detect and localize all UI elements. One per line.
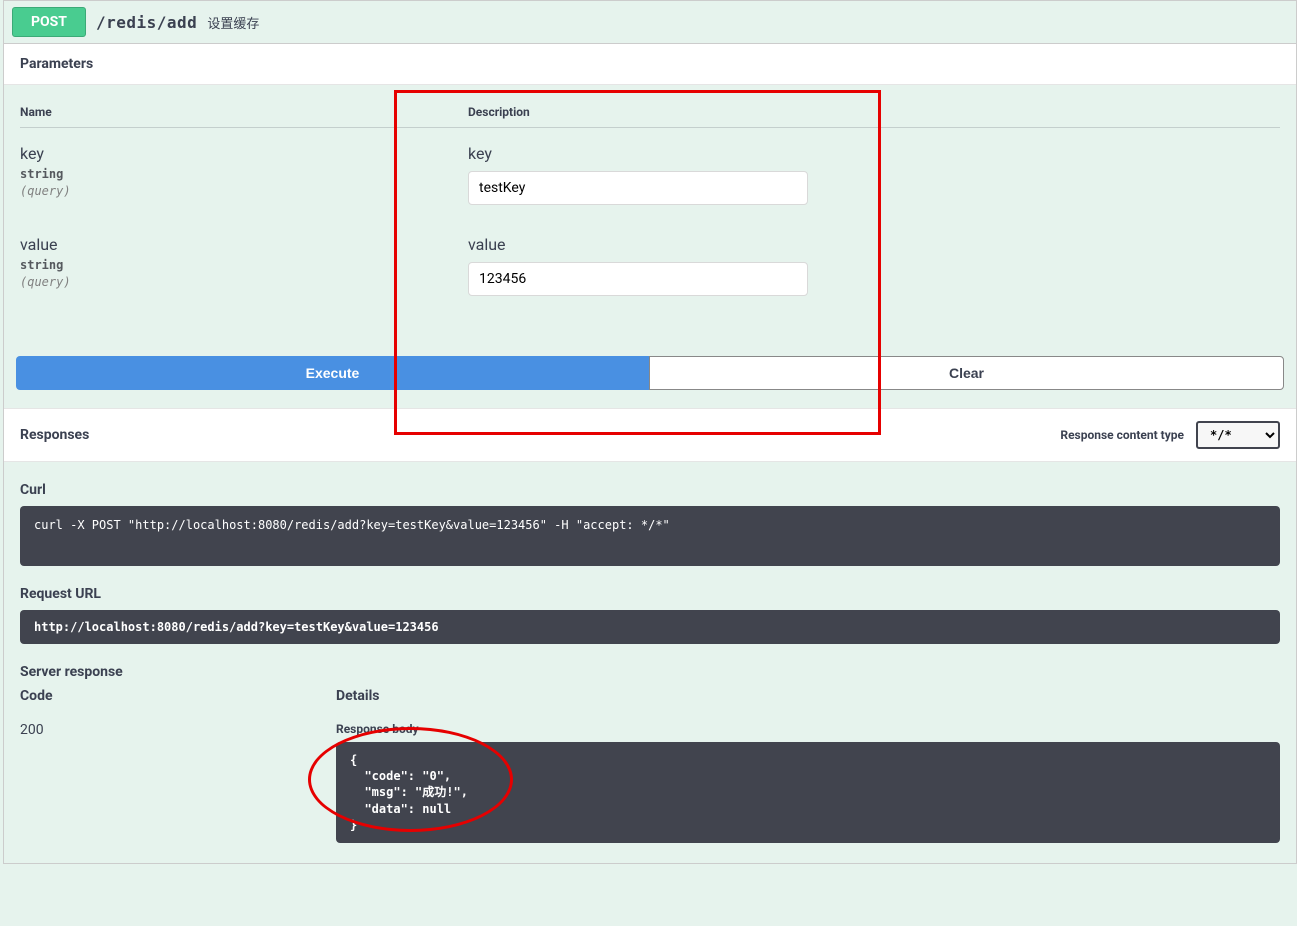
param-input-cell: value bbox=[468, 235, 1280, 296]
response-row: 200 Response body { "code": "0", "msg": … bbox=[20, 722, 1280, 843]
param-label: key bbox=[468, 144, 1280, 163]
param-meta: key string (query) bbox=[20, 144, 468, 205]
request-url-title: Request URL bbox=[20, 586, 1280, 602]
param-input-cell: key bbox=[468, 144, 1280, 205]
response-code: 200 bbox=[20, 722, 336, 843]
content-type-row: Response content type */* bbox=[1060, 421, 1280, 449]
parameters-body: Name Description key string (query) key … bbox=[4, 85, 1296, 356]
name-column-header: Name bbox=[20, 105, 468, 119]
key-input[interactable] bbox=[468, 171, 808, 205]
server-response-headers: Code Details bbox=[20, 688, 1280, 704]
desc-column-header: Description bbox=[468, 105, 530, 119]
content-type-label: Response content type bbox=[1060, 428, 1184, 442]
request-url-block[interactable]: http://localhost:8080/redis/add?key=test… bbox=[20, 610, 1280, 644]
param-name: value bbox=[20, 235, 468, 254]
response-body-block[interactable]: { "code": "0", "msg": "成功!", "data": nul… bbox=[336, 742, 1280, 843]
endpoint-header[interactable]: POST /redis/add 设置缓存 bbox=[4, 1, 1296, 44]
response-details: Response body { "code": "0", "msg": "成功!… bbox=[336, 722, 1280, 843]
details-header: Details bbox=[336, 688, 1280, 704]
param-meta: value string (query) bbox=[20, 235, 468, 296]
action-button-row: Execute Clear bbox=[4, 356, 1296, 408]
api-operation-container: POST /redis/add 设置缓存 Parameters Name Des… bbox=[3, 0, 1297, 864]
param-type: string bbox=[20, 258, 468, 272]
content-type-select[interactable]: */* bbox=[1196, 421, 1280, 449]
execute-button[interactable]: Execute bbox=[16, 356, 649, 390]
responses-body: Curl curl -X POST "http://localhost:8080… bbox=[4, 462, 1296, 863]
endpoint-path: /redis/add bbox=[96, 13, 197, 32]
value-input[interactable] bbox=[468, 262, 808, 296]
clear-button[interactable]: Clear bbox=[649, 356, 1284, 390]
param-label: value bbox=[468, 235, 1280, 254]
curl-title: Curl bbox=[20, 482, 1280, 498]
server-response-title: Server response bbox=[20, 664, 1280, 680]
param-row: value string (query) value bbox=[20, 235, 1280, 296]
param-row: key string (query) key bbox=[20, 144, 1280, 205]
code-header: Code bbox=[20, 688, 336, 704]
param-location: (query) bbox=[20, 275, 468, 289]
response-body-label: Response body bbox=[336, 722, 1280, 736]
method-badge: POST bbox=[12, 7, 86, 37]
responses-title: Responses bbox=[20, 427, 89, 443]
param-type: string bbox=[20, 167, 468, 181]
parameters-title: Parameters bbox=[4, 44, 1296, 85]
endpoint-description: 设置缓存 bbox=[207, 13, 259, 32]
responses-header: Responses Response content type */* bbox=[4, 408, 1296, 462]
curl-block[interactable]: curl -X POST "http://localhost:8080/redi… bbox=[20, 506, 1280, 566]
param-location: (query) bbox=[20, 184, 468, 198]
params-table-header: Name Description bbox=[20, 105, 1280, 128]
param-name: key bbox=[20, 144, 468, 163]
